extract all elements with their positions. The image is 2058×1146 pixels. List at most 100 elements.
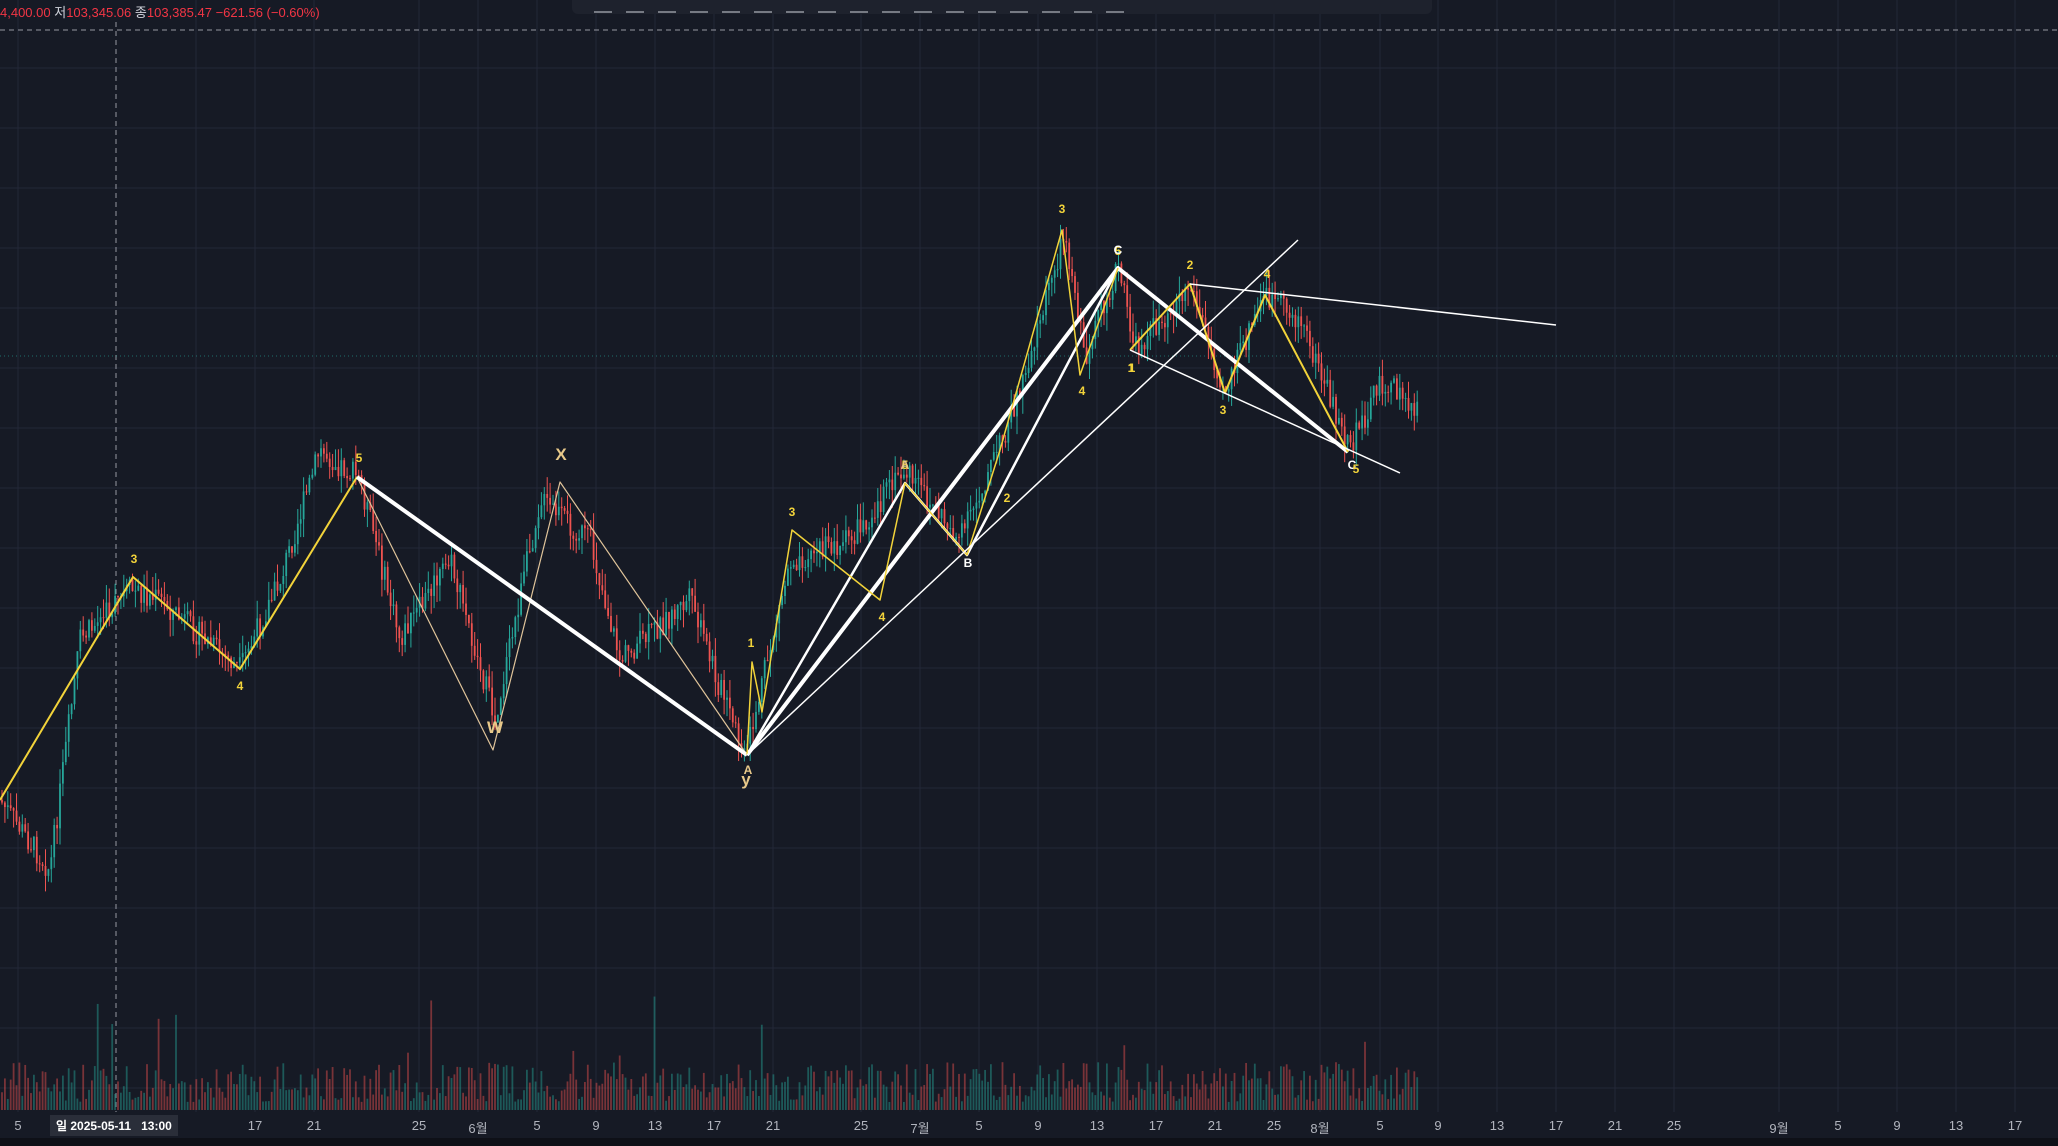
candle-body [93,625,96,631]
volume-bar [186,1101,189,1110]
candle-body [404,623,406,645]
volume-bar [926,1064,928,1110]
volume-bar [598,1085,601,1110]
pattern-icon[interactable] [754,1,772,13]
volume-bar [1143,1090,1146,1110]
volume-bar [807,1067,810,1110]
volume-bar [949,1086,952,1110]
candle-body [697,611,699,628]
more-icon[interactable] [1106,1,1124,13]
candle-body [389,592,392,607]
volume-bar [1314,1079,1317,1110]
candle-body [531,548,534,552]
cycle-icon[interactable] [818,1,836,13]
candle-body [476,655,479,658]
date-tick: 13 [1089,1118,1105,1133]
crosshair-date: 일 2025-05-11 [56,1119,132,1133]
volume-bar [586,1064,589,1110]
volume-bar [122,1086,125,1110]
volume-bar [946,1062,949,1110]
candle-body [456,578,459,593]
candle-body [1340,417,1343,427]
volume-bar [1393,1098,1395,1110]
volume-bar [1195,1083,1198,1110]
candle-body [595,559,598,574]
price-chart[interactable]: 345WXyA1345AB12345C1234C5 [0,0,2058,1112]
candle-body [839,546,841,555]
volume-bar [383,1088,386,1110]
horizontal-lines-icon[interactable] [658,1,676,13]
wave-label: 2 [1004,491,1011,505]
candle-body [441,563,444,569]
volume-bar [375,1070,377,1110]
trend-line-icon[interactable] [594,1,612,13]
text-icon[interactable] [1010,1,1028,13]
wave-icon[interactable] [786,1,804,13]
volume-bar [1198,1089,1201,1110]
candle-body [763,660,766,679]
volume-bar [894,1071,897,1110]
candle-body [311,474,314,478]
volume-bar [1398,1094,1401,1110]
channel-icon[interactable] [690,1,708,13]
candle-body [35,836,38,864]
candle-body [804,567,807,569]
brush-icon[interactable] [946,1,964,13]
date-axis[interactable]: 일 2025-05-11 13:00 5 17 21 25 6월 5 9 13 17 21 25 7월… [0,1112,2058,1136]
candle-body [955,536,957,540]
volume-bar [427,1094,430,1110]
candle-body [470,623,473,646]
volume-bar [932,1068,934,1110]
volume-bar [563,1089,566,1110]
zoom-icon[interactable] [1074,1,1092,13]
volume-bar [850,1070,853,1110]
date-tick: 25 [853,1118,869,1133]
volume-bar [720,1075,723,1110]
volume-bar [505,1065,508,1110]
candle-body [1410,403,1413,411]
volume-bar [497,1064,499,1110]
candle-body [534,528,537,549]
projection-icon[interactable] [882,1,900,13]
candle-body [569,513,572,536]
low-label: 저 [54,5,67,20]
volume-bar [572,1050,575,1110]
path-icon[interactable] [978,1,996,13]
volume-bar [1329,1078,1332,1110]
arrow-icon[interactable] [914,1,932,13]
chart-area[interactable]: 345WXyA1345AB12345C1234C5 [0,0,2058,1146]
volume-bar [514,1101,517,1110]
volume-bar [267,1101,270,1110]
volume-bar [914,1069,917,1110]
volume-bar [668,1096,670,1110]
candle-body [816,551,818,554]
volume-bar [821,1094,824,1110]
candle-body [1274,294,1276,300]
fib-icon[interactable] [626,1,644,13]
volume-bar [676,1073,679,1110]
elliott-icon[interactable] [850,1,868,13]
candle-body [891,479,894,491]
candle-body [276,581,279,591]
candle-body [920,477,923,486]
volume-bar [961,1101,963,1110]
candle-body [401,638,404,645]
volume-bar [291,1089,293,1110]
measure-icon[interactable] [1042,1,1060,13]
wave-label: W [487,718,504,737]
date-tick: 17 [1548,1118,1564,1133]
volume-bar [1184,1096,1187,1110]
candle-body [491,687,493,716]
pitchfork-icon[interactable] [722,1,740,13]
volume-bar [180,1081,183,1110]
volume-bar [1207,1098,1210,1110]
date-tick: 13 [1489,1118,1505,1133]
volume-bar [1280,1066,1282,1110]
volume-bar [1007,1095,1010,1110]
volume-bar [1036,1074,1039,1110]
volume-bar [903,1101,905,1110]
candle-body [1143,344,1146,350]
candle-body [636,643,638,659]
candle-body [992,452,995,460]
volume-bar [85,1098,87,1110]
